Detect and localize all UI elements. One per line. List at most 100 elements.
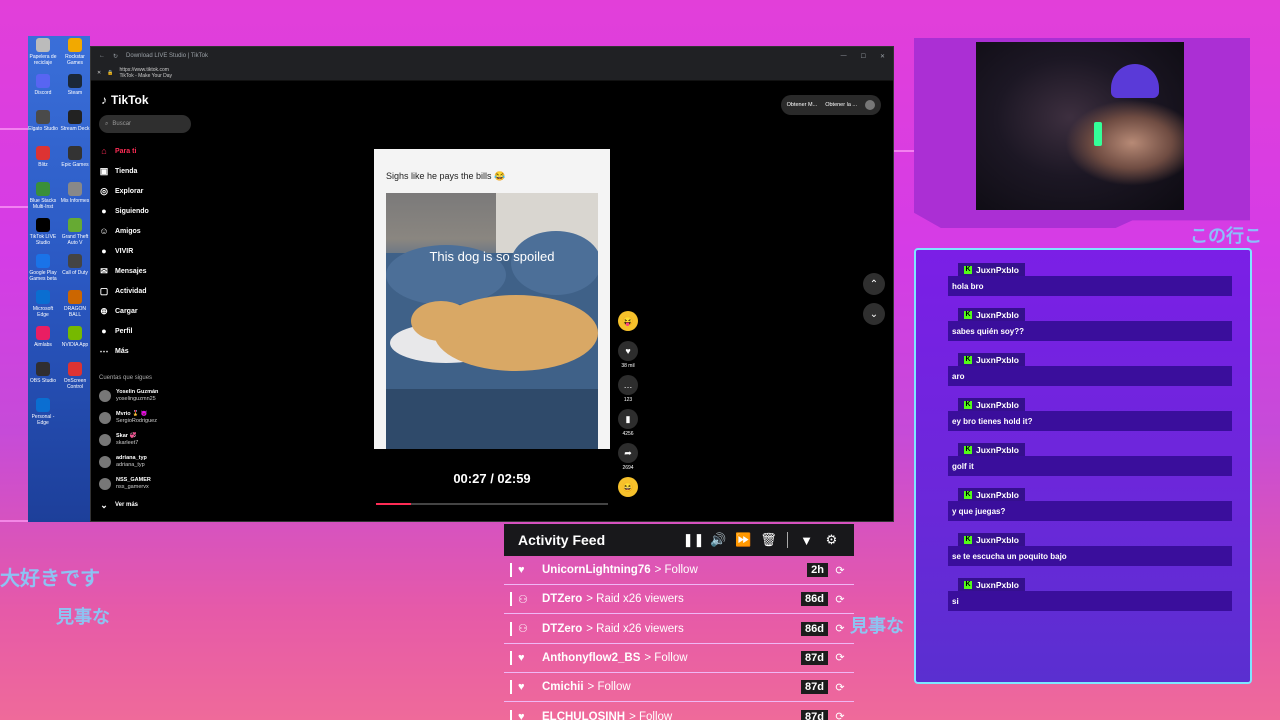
desktop-icon[interactable]: Call of Duty	[60, 254, 90, 276]
close-tab-icon[interactable]: ✕	[97, 70, 101, 76]
see-more-link[interactable]: ⌄ Ver más	[99, 495, 193, 515]
minimize-icon[interactable]: —	[841, 53, 847, 60]
activity-feed-row[interactable]: ♥ ELCHULOSINH > Follow 87d ⟳	[504, 703, 854, 720]
chevron-up-icon[interactable]: ⌃	[863, 273, 885, 295]
desktop-icon[interactable]: Steam	[60, 74, 90, 96]
desktop-icon[interactable]: Blitz	[28, 146, 58, 168]
chat-message-text: hola bro	[948, 276, 1232, 296]
desktop-icon[interactable]: Grand Theft Auto V	[60, 218, 90, 246]
chat-username[interactable]: K JuxnPxblo	[958, 533, 1025, 546]
chevron-down-icon[interactable]: ⌄	[863, 303, 885, 325]
nav-item-label: Tienda	[115, 167, 138, 175]
nav-item-perfil[interactable]: ● Perfil	[99, 321, 193, 341]
gear-icon[interactable]: ⚙	[819, 532, 844, 548]
nav-item-label: Más	[115, 347, 129, 355]
chat-username[interactable]: K JuxnPxblo	[958, 353, 1025, 366]
maximize-icon[interactable]: ☐	[861, 53, 866, 60]
tiktok-logo[interactable]: ♪ TikTok	[101, 93, 193, 107]
replay-icon[interactable]: ⟳	[832, 622, 848, 635]
nav-item-para-ti[interactable]: ⌂ Para ti	[99, 141, 193, 161]
skip-icon[interactable]: ⏩	[731, 532, 756, 548]
desktop-icon[interactable]: Discord	[28, 74, 58, 96]
nav-item-m-s[interactable]: ⋯ Más	[99, 341, 193, 361]
sound-avatar-emoji[interactable]: 😆	[618, 477, 638, 497]
creator-avatar-emoji[interactable]: 😝	[618, 311, 638, 331]
refresh-icon[interactable]: ↻	[113, 53, 118, 60]
desktop-icon-label: Call of Duty	[62, 270, 88, 276]
nav-item-siguiendo[interactable]: ● Siguiendo	[99, 201, 193, 221]
video-progress[interactable]	[376, 503, 608, 505]
nav-item-mensajes[interactable]: ✉ Mensajes	[99, 261, 193, 281]
get-pc-app-button[interactable]: Obtener la ...	[825, 102, 857, 108]
nav-item-actividad[interactable]: ▢ Actividad	[99, 281, 193, 301]
pause-icon[interactable]: ❚❚	[681, 532, 706, 548]
share-action[interactable]: ➦ 2694	[615, 443, 641, 471]
bookmark-action[interactable]: ▮ 4256	[615, 409, 641, 437]
desktop-icon[interactable]: Stream Deck	[60, 110, 90, 132]
avatar[interactable]	[865, 100, 875, 110]
nav-item-cargar[interactable]: ⊕ Cargar	[99, 301, 193, 321]
video-player[interactable]: Sighs like he pays the bills 😂 This dog …	[374, 149, 610, 449]
desktop-icon[interactable]: Google Play Games beta	[28, 254, 58, 282]
desktop-icon[interactable]: Rockstar Games	[60, 38, 90, 66]
heart-action[interactable]: ♥ 38 mil	[615, 341, 641, 369]
chat-username[interactable]: K JuxnPxblo	[958, 398, 1025, 411]
replay-icon[interactable]: ⟳	[832, 564, 848, 577]
lock-icon: 🔒	[107, 69, 114, 76]
desktop-icon[interactable]: Papelera de reciclaje	[28, 38, 58, 66]
chat-username[interactable]: K JuxnPxblo	[958, 488, 1025, 501]
comment-action[interactable]: … 123	[615, 375, 641, 403]
following-account[interactable]: Yoselin Guzmán yoselinguzmn25	[99, 385, 193, 407]
desktop-icon[interactable]: Mis Informes	[60, 182, 90, 204]
chat-message: K JuxnPxblo golf it	[948, 438, 1232, 476]
search-input[interactable]: ⌕ Buscar	[99, 115, 191, 133]
desktop-icon[interactable]: NVIDIA App	[60, 326, 90, 348]
search-placeholder: Buscar	[112, 121, 132, 127]
volume-icon[interactable]: 🔊	[706, 532, 731, 548]
following-account[interactable]: Mvrio 🎖️ 😈 SergioRodriguez	[99, 407, 193, 429]
trash-icon[interactable]: 🗑	[756, 532, 781, 548]
desktop-icon[interactable]: Personal - Edge	[28, 398, 58, 426]
back-icon[interactable]: ←	[99, 53, 105, 59]
desktop-icon[interactable]: Blue Stacks Multi-Inst	[28, 182, 58, 210]
desktop-icon-label: Discord	[34, 90, 52, 96]
replay-icon[interactable]: ⟳	[832, 710, 848, 720]
chat-username[interactable]: K JuxnPxblo	[958, 443, 1025, 456]
close-icon[interactable]: ✕	[880, 53, 885, 60]
nav-item-explorar[interactable]: ◎ Explorar	[99, 181, 193, 201]
desktop-icon[interactable]: TikTok LIVE Studio	[28, 218, 58, 246]
activity-feed-row[interactable]: ♥ Cmichii > Follow 87d ⟳	[504, 673, 854, 703]
url-bar[interactable]: ✕ 🔒 https://www.tiktok.com TikTok - Make…	[91, 65, 893, 81]
chat-username[interactable]: K JuxnPxblo	[958, 308, 1025, 321]
chat-username[interactable]: K JuxnPxblo	[958, 578, 1025, 591]
following-account[interactable]: NSS_GAMER nss_gamervx	[99, 473, 193, 495]
desktop-icon[interactable]: Microsoft Edge	[28, 290, 58, 318]
activity-feed-row[interactable]: ♥ UnicornLightning76 > Follow 2h ⟳	[504, 556, 854, 585]
desktop-icon[interactable]: DRAGON BALL	[60, 290, 90, 318]
replay-icon[interactable]: ⟳	[832, 681, 848, 694]
video-overlay-text: This dog is so spoiled	[429, 249, 555, 264]
activity-feed-row[interactable]: ⚇ DTZero > Raid x26 viewers 86d ⟳	[504, 585, 854, 615]
chat-username[interactable]: K JuxnPxblo	[958, 263, 1025, 276]
get-app-button[interactable]: Obtener M...	[787, 102, 818, 108]
following-account[interactable]: adriana_typ adriana_typ	[99, 451, 193, 473]
desktop-icon-label: TikTok LIVE Studio	[29, 234, 57, 246]
nav-item-vivir[interactable]: ● VIVIR	[99, 241, 193, 261]
nav-item-label: VIVIR	[115, 247, 134, 255]
action-count: 2694	[622, 465, 634, 471]
desktop-icon[interactable]: OnScreen Control	[60, 362, 90, 390]
desktop-icon[interactable]: Epic Games	[60, 146, 90, 168]
nav-item-tienda[interactable]: ▣ Tienda	[99, 161, 193, 181]
activity-feed-row[interactable]: ♥ Anthonyflow2_BS > Follow 87d ⟳	[504, 644, 854, 673]
desktop-icon[interactable]: OBS Studio	[28, 362, 58, 384]
nav-item-label: Amigos	[115, 227, 141, 235]
replay-icon[interactable]: ⟳	[832, 651, 848, 664]
replay-icon[interactable]: ⟳	[832, 593, 848, 606]
following-account[interactable]: Skar 💞 skarleet7	[99, 429, 193, 451]
nav-item-amigos[interactable]: ☺ Amigos	[99, 221, 193, 241]
event-age: 87d	[801, 650, 828, 665]
filter-icon[interactable]: ▼	[794, 533, 819, 548]
desktop-icon[interactable]: Aimlabs	[28, 326, 58, 348]
desktop-icon[interactable]: Elgato Studio	[28, 110, 58, 132]
activity-feed-row[interactable]: ⚇ DTZero > Raid x26 viewers 86d ⟳	[504, 615, 854, 644]
